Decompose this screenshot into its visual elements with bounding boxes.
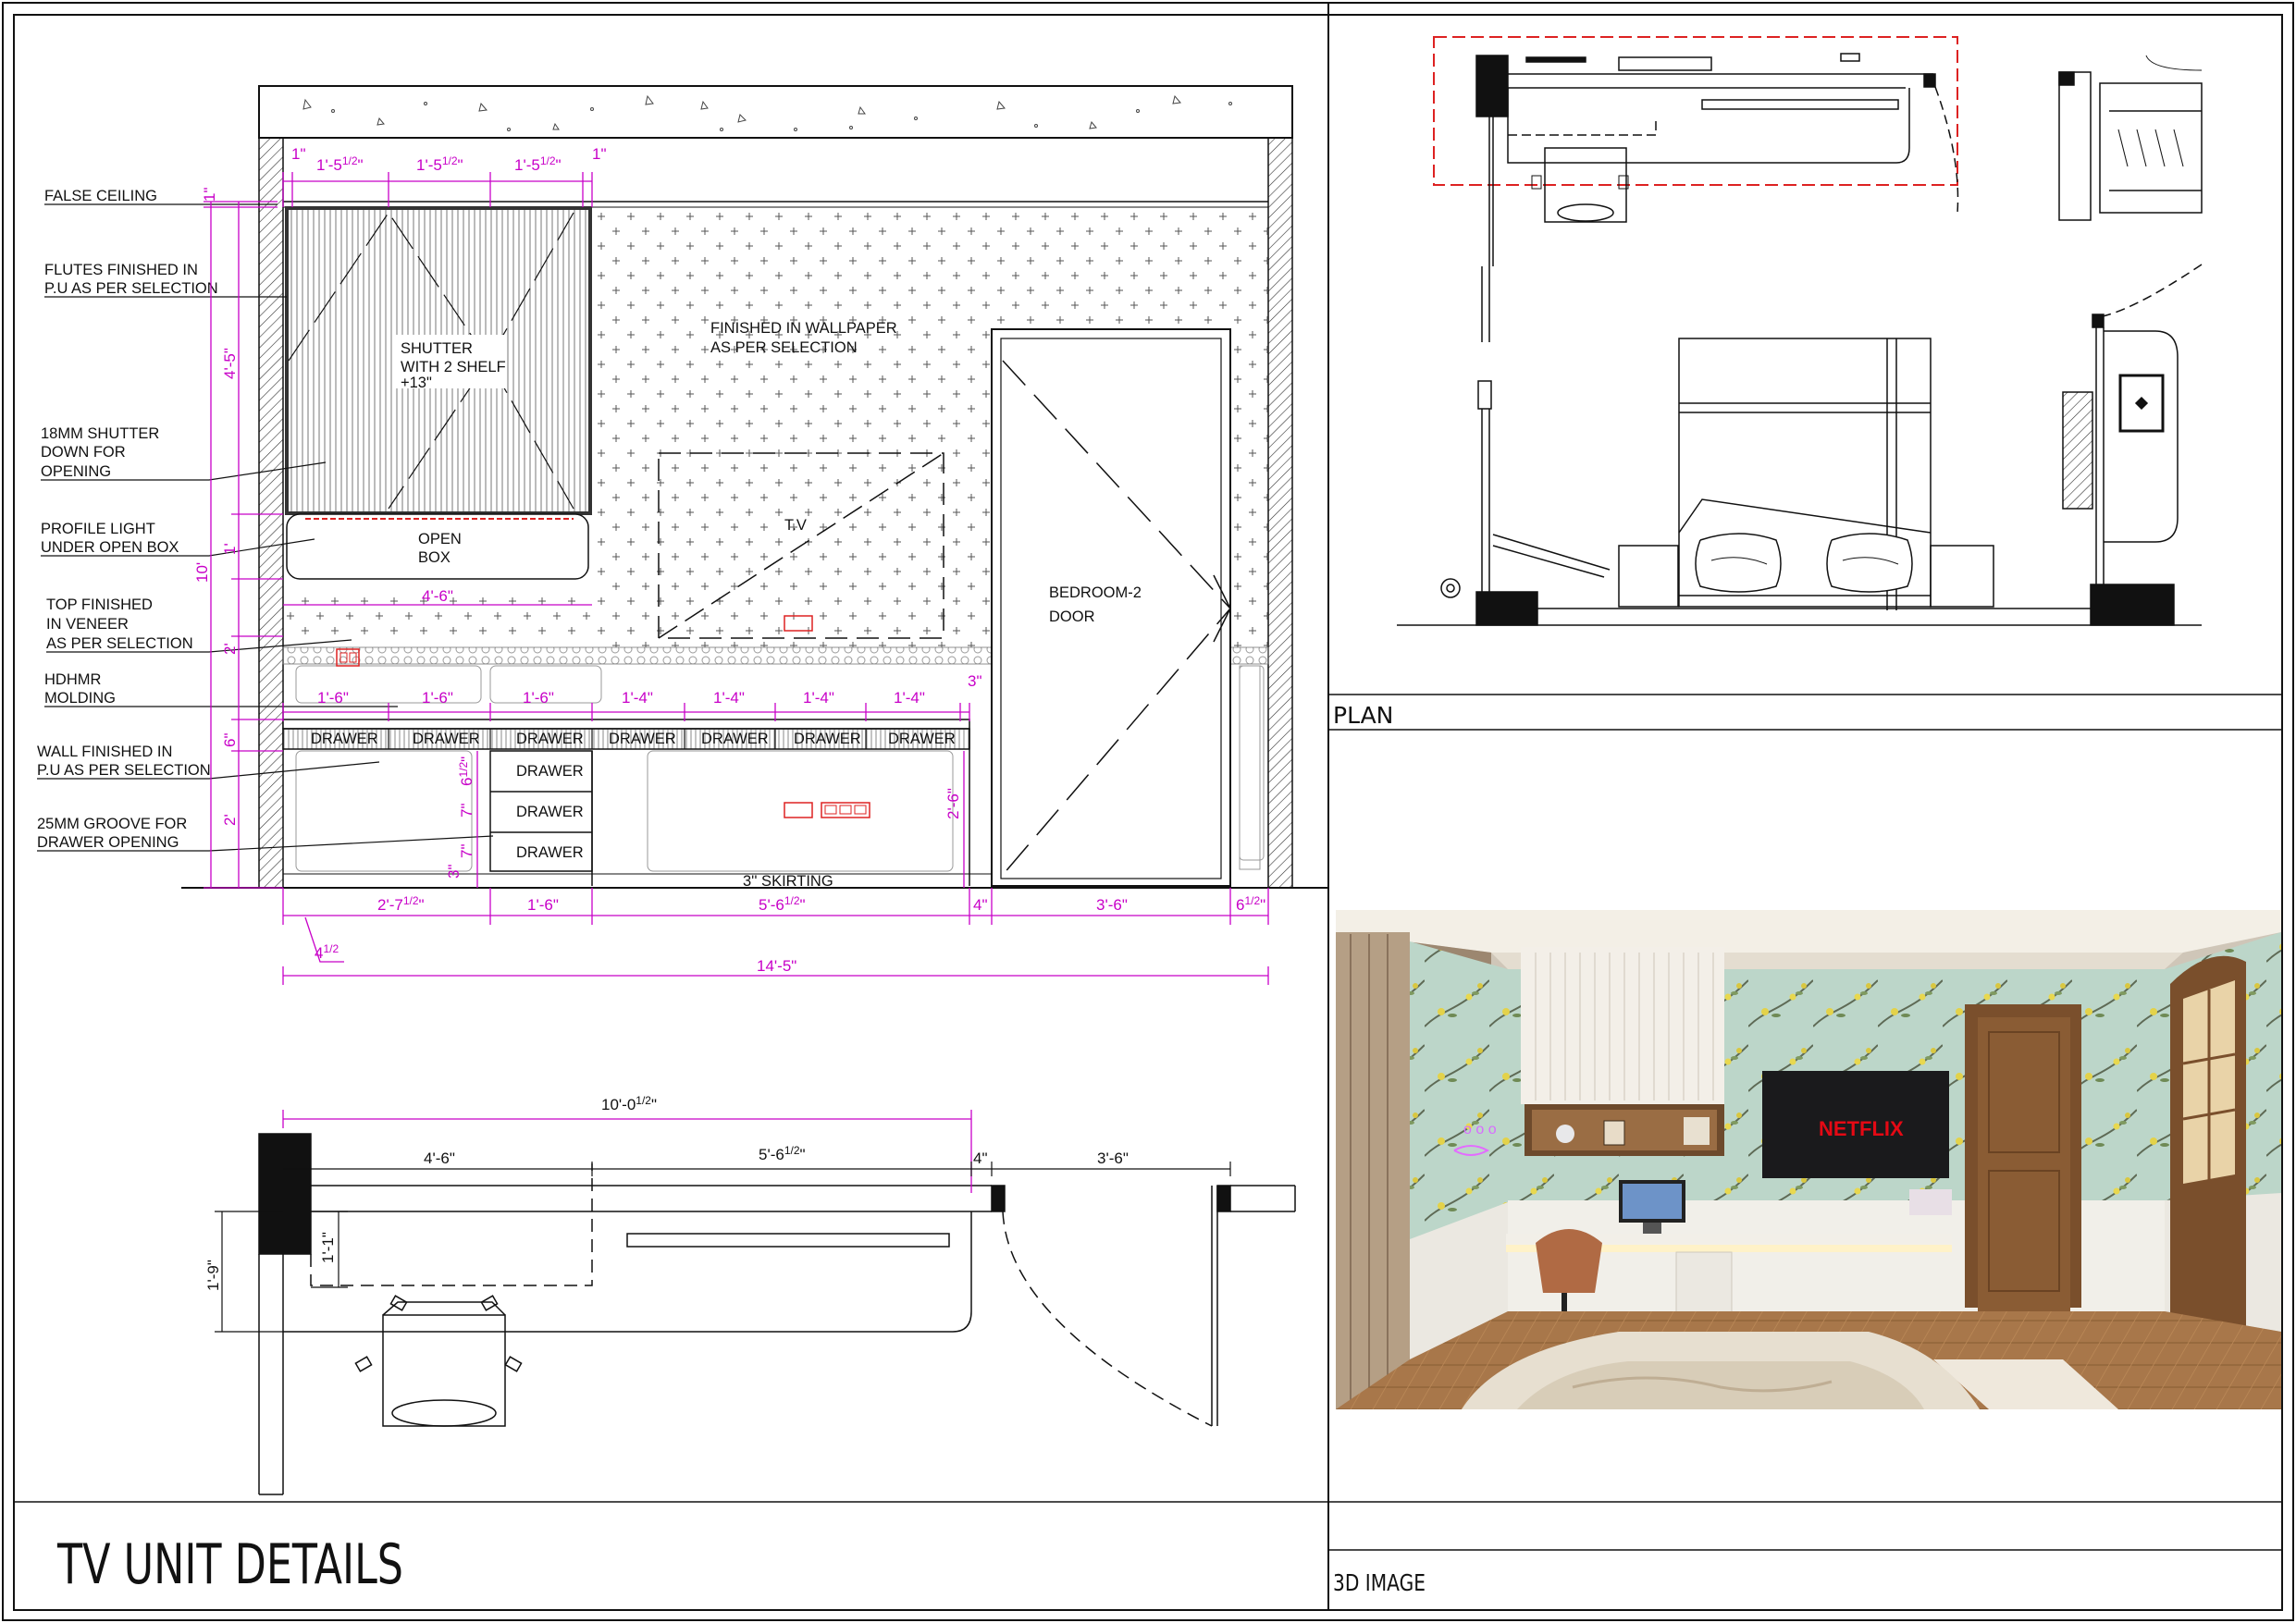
svg-text:1'-51/2": 1'-51/2"	[416, 154, 463, 174]
svg-text:1'-4": 1'-4"	[803, 689, 834, 707]
svg-text:1'-51/2": 1'-51/2"	[316, 154, 364, 174]
svg-text:2': 2'	[221, 814, 239, 826]
svg-text:DRAWER: DRAWER	[413, 731, 480, 747]
svg-text:3": 3"	[968, 672, 982, 690]
svg-text:DRAWER: DRAWER	[701, 731, 769, 747]
svg-text:1'-1": 1'-1"	[319, 1232, 337, 1263]
svg-text:P.U AS PER SELECTION: P.U AS PER SELECTION	[44, 280, 218, 297]
svg-text:1'-9": 1'-9"	[204, 1260, 222, 1291]
svg-text:1'-4": 1'-4"	[622, 689, 653, 707]
svg-text:4": 4"	[973, 1150, 988, 1167]
svg-text:7": 7"	[458, 844, 475, 859]
svg-text:2'-6": 2'-6"	[944, 788, 962, 819]
svg-text:25MM GROOVE FOR: 25MM GROOVE FOR	[37, 816, 187, 832]
svg-text:7": 7"	[458, 804, 475, 818]
svg-text:DOWN FOR: DOWN FOR	[41, 444, 126, 461]
svg-text:DRAWER: DRAWER	[516, 804, 584, 820]
skirting-label: 3'' SKIRTING	[743, 873, 833, 890]
switch-box-a	[784, 802, 813, 818]
svg-text:DRAWER: DRAWER	[609, 731, 676, 747]
netflix-logo: NETFLIX	[1819, 1117, 1904, 1140]
bedroom-door	[991, 328, 1231, 887]
svg-text:HDHMR: HDHMR	[44, 671, 101, 688]
drawer-stack-labels: DRAWER DRAWER DRAWER	[516, 763, 584, 861]
elevation-notes: FALSE CEILING FLUTES FINISHED IN P.U AS …	[37, 188, 218, 851]
svg-text:DRAWER OPENING: DRAWER OPENING	[37, 834, 179, 851]
svg-text:OPENING: OPENING	[41, 463, 111, 480]
drawing-sheet: SHUTTER WITH 2 SHELF +13" OPEN BOX FINIS…	[2, 2, 2294, 1621]
svg-text:DRAWER: DRAWER	[516, 731, 584, 747]
right-wall	[1267, 137, 1293, 889]
svg-text:2'-71/2": 2'-71/2"	[377, 894, 425, 914]
svg-text:1': 1'	[221, 543, 239, 555]
svg-text:6": 6"	[221, 733, 239, 748]
svg-text:3'-6": 3'-6"	[1096, 896, 1128, 914]
svg-text:o o o: o o o	[1463, 1122, 1497, 1137]
svg-text:3'-6": 3'-6"	[1097, 1150, 1129, 1167]
svg-text:IN VENEER: IN VENEER	[46, 616, 129, 633]
svg-text:DRAWER: DRAWER	[311, 731, 378, 747]
image-caption: 3D IMAGE	[1333, 1569, 1426, 1596]
svg-text:3": 3"	[445, 865, 463, 879]
plan-caption: PLAN	[1333, 702, 1393, 729]
switch-box-b	[821, 802, 870, 818]
svg-text:AS PER SELECTION: AS PER SELECTION	[46, 635, 193, 652]
left-wall	[258, 137, 284, 889]
svg-text:61/2": 61/2"	[1236, 894, 1265, 914]
plan-detail-dims: 10'-01/2" 4'-6" 5'-61/2" 4" 3'-6" 1'-9" …	[204, 1094, 1231, 1333]
svg-text:DRAWER: DRAWER	[516, 844, 584, 861]
svg-text:PROFILE LIGHT: PROFILE LIGHT	[41, 521, 155, 537]
render-image: o o o NETFLIX	[1336, 910, 2281, 1409]
svg-text:1": 1"	[291, 145, 306, 163]
desk-top	[282, 719, 970, 730]
svg-text:1'-6": 1'-6"	[523, 689, 554, 707]
svg-text:1": 1"	[592, 145, 607, 163]
svg-text:4": 4"	[973, 896, 988, 914]
sheet-title: TV UNIT DETAILS	[56, 1532, 403, 1597]
svg-text:WALL FINISHED IN: WALL FINISHED IN	[37, 744, 172, 760]
svg-text:DRAWER: DRAWER	[516, 763, 584, 780]
svg-text:1'-51/2": 1'-51/2"	[514, 154, 562, 174]
svg-text:5'-61/2": 5'-61/2"	[759, 1144, 806, 1163]
svg-text:10'-01/2": 10'-01/2"	[601, 1094, 657, 1113]
svg-text:1'-6": 1'-6"	[422, 689, 453, 707]
svg-text:TOP FINISHED: TOP FINISHED	[46, 596, 153, 613]
svg-text:4'-6": 4'-6"	[424, 1150, 455, 1167]
svg-text:1'-6": 1'-6"	[317, 689, 349, 707]
svg-text:18MM SHUTTER: 18MM SHUTTER	[41, 425, 159, 442]
plan-detail	[258, 1133, 1296, 1495]
svg-text:1'-6": 1'-6"	[527, 896, 559, 914]
svg-text:DRAWER: DRAWER	[794, 731, 861, 747]
tv-unit-elevation: SHUTTER WITH 2 SHELF +13" OPEN BOX FINIS…	[37, 85, 1328, 985]
svg-text:14'-5": 14'-5"	[757, 957, 796, 975]
svg-text:2': 2'	[221, 643, 239, 655]
svg-text:DRAWER: DRAWER	[888, 731, 956, 747]
svg-text:5'-61/2": 5'-61/2"	[759, 894, 806, 914]
svg-text:61/2": 61/2"	[457, 756, 475, 786]
svg-text:41/2: 41/2	[315, 942, 339, 962]
svg-text:P.U AS PER SELECTION: P.U AS PER SELECTION	[37, 762, 211, 779]
svg-text:UNDER OPEN BOX: UNDER OPEN BOX	[41, 539, 179, 556]
svg-text:1'-4": 1'-4"	[713, 689, 745, 707]
room-plan	[1397, 36, 2203, 626]
svg-text:4'-5": 4'-5"	[221, 348, 239, 379]
svg-text:FLUTES FINISHED IN: FLUTES FINISHED IN	[44, 262, 198, 278]
svg-text:4'-6": 4'-6"	[422, 587, 453, 605]
svg-text:10': 10'	[193, 562, 211, 583]
svg-text:1'-4": 1'-4"	[894, 689, 925, 707]
svg-text:FALSE CEILING: FALSE CEILING	[44, 188, 157, 204]
svg-text:MOLDING: MOLDING	[44, 690, 116, 707]
svg-text:1": 1"	[201, 188, 218, 203]
tv-label: T.V	[784, 517, 807, 534]
